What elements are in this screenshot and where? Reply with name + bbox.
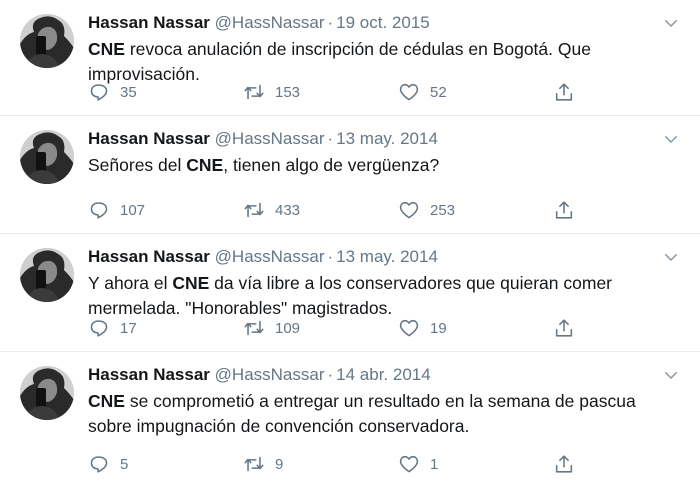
tweet-header: Hassan Nassar @HassNassar · 13 may. 2014 xyxy=(88,116,660,150)
like-count: 19 xyxy=(430,319,447,337)
tweet-actions: 107 433 253 xyxy=(88,199,588,221)
retweet-icon xyxy=(244,84,264,100)
share-icon xyxy=(555,319,573,337)
separator-dot: · xyxy=(327,13,334,32)
retweet-count: 153 xyxy=(275,83,301,101)
reply-button[interactable]: 35 xyxy=(88,81,243,103)
share-button[interactable] xyxy=(553,453,575,475)
tweet-text: Señores del CNE, tienen algo de vergüenz… xyxy=(88,153,660,178)
author-handle[interactable]: @HassNassar xyxy=(215,365,325,384)
reply-icon xyxy=(90,456,108,473)
tweet-date[interactable]: 13 may. 2014 xyxy=(336,129,438,148)
reply-icon xyxy=(90,202,108,219)
reply-button[interactable]: 107 xyxy=(88,199,243,221)
reply-count: 5 xyxy=(120,455,129,473)
like-count: 253 xyxy=(430,201,456,219)
retweet-button[interactable]: 433 xyxy=(243,199,398,221)
tweet-date[interactable]: 14 abr. 2014 xyxy=(336,365,431,384)
tweet-text-pre: Señores del xyxy=(88,155,187,175)
tweet[interactable]: Hassan Nassar @HassNassar · 14 abr. 2014 C… xyxy=(0,352,700,487)
tweet-actions: 35 153 52 xyxy=(88,81,588,103)
author-name[interactable]: Hassan Nassar xyxy=(88,13,210,32)
separator-dot: · xyxy=(327,247,334,266)
like-count: 1 xyxy=(430,455,439,473)
reply-count: 107 xyxy=(120,201,146,219)
share-icon xyxy=(555,83,573,101)
author-name[interactable]: Hassan Nassar xyxy=(88,129,210,148)
avatar[interactable] xyxy=(20,130,74,184)
avatar-image xyxy=(20,366,74,420)
share-icon xyxy=(555,201,573,219)
like-button[interactable]: 253 xyxy=(398,199,553,221)
like-icon xyxy=(399,319,419,337)
tweet-text-rest: , tienen algo de vergüenza? xyxy=(223,155,440,175)
tweet-header: Hassan Nassar @HassNassar · 19 oct. 2015 xyxy=(88,0,660,34)
like-icon xyxy=(399,455,419,473)
like-icon xyxy=(399,201,419,219)
tweet-header: Hassan Nassar @HassNassar · 14 abr. 2014 xyxy=(88,352,660,386)
tweet-text-rest: se comprometió a entregar un resultado e… xyxy=(88,391,636,436)
chevron-down-icon[interactable] xyxy=(662,14,680,32)
retweet-count: 433 xyxy=(275,201,301,219)
tweet[interactable]: Hassan Nassar @HassNassar · 13 may. 2014 S… xyxy=(0,116,700,234)
tweet-text: Y ahora el CNE da vía libre a los conser… xyxy=(88,271,660,321)
tweet-text-pre: Y ahora el xyxy=(88,273,173,293)
tweet[interactable]: Hassan Nassar @HassNassar · 19 oct. 2015 C… xyxy=(0,0,700,116)
tweet-text-keyword[interactable]: CNE xyxy=(88,39,125,59)
retweet-count: 9 xyxy=(275,455,284,473)
tweet[interactable]: Hassan Nassar @HassNassar · 13 may. 2014 Y… xyxy=(0,234,700,352)
author-name[interactable]: Hassan Nassar xyxy=(88,365,210,384)
share-button[interactable] xyxy=(553,81,575,103)
separator-dot: · xyxy=(327,129,334,148)
tweet-header: Hassan Nassar @HassNassar · 13 may. 2014 xyxy=(88,234,660,268)
like-button[interactable]: 52 xyxy=(398,81,553,103)
retweet-button[interactable]: 9 xyxy=(243,453,398,475)
retweet-icon xyxy=(244,456,264,472)
author-name[interactable]: Hassan Nassar xyxy=(88,247,210,266)
author-handle[interactable]: @HassNassar xyxy=(215,13,325,32)
tweet-text: CNE se comprometió a entregar un resulta… xyxy=(88,389,660,439)
avatar-image xyxy=(20,130,74,184)
tweet-actions: 17 109 19 xyxy=(88,317,588,339)
reply-count: 17 xyxy=(120,319,137,337)
share-icon xyxy=(555,455,573,473)
tweet-text: CNE revoca anulación de inscripción de c… xyxy=(88,37,660,87)
like-button[interactable]: 19 xyxy=(398,317,553,339)
tweet-timeline: Hassan Nassar @HassNassar · 19 oct. 2015 C… xyxy=(0,0,700,487)
reply-icon xyxy=(90,320,108,337)
reply-icon xyxy=(90,84,108,101)
tweet-text-keyword[interactable]: CNE xyxy=(88,391,125,411)
retweet-icon xyxy=(244,202,264,218)
tweet-text-keyword[interactable]: CNE xyxy=(172,273,209,293)
avatar[interactable] xyxy=(20,14,74,68)
tweet-date[interactable]: 19 oct. 2015 xyxy=(336,13,430,32)
avatar-image xyxy=(20,14,74,68)
reply-button[interactable]: 5 xyxy=(88,453,243,475)
retweet-icon xyxy=(244,320,264,336)
reply-count: 35 xyxy=(120,83,137,101)
avatar[interactable] xyxy=(20,248,74,302)
tweet-text-keyword[interactable]: CNE xyxy=(186,155,223,175)
avatar[interactable] xyxy=(20,366,74,420)
chevron-down-icon[interactable] xyxy=(662,248,680,266)
chevron-down-icon[interactable] xyxy=(662,366,680,384)
like-icon xyxy=(399,83,419,101)
chevron-down-icon[interactable] xyxy=(662,130,680,148)
separator-dot: · xyxy=(327,365,334,384)
retweet-count: 109 xyxy=(275,319,301,337)
reply-button[interactable]: 17 xyxy=(88,317,243,339)
tweet-actions: 5 9 1 xyxy=(88,453,588,475)
avatar-image xyxy=(20,248,74,302)
share-button[interactable] xyxy=(553,199,575,221)
retweet-button[interactable]: 109 xyxy=(243,317,398,339)
like-count: 52 xyxy=(430,83,447,101)
tweet-date[interactable]: 13 may. 2014 xyxy=(336,247,438,266)
like-button[interactable]: 1 xyxy=(398,453,553,475)
author-handle[interactable]: @HassNassar xyxy=(215,129,325,148)
tweet-text-rest: revoca anulación de inscripción de cédul… xyxy=(88,39,591,84)
author-handle[interactable]: @HassNassar xyxy=(215,247,325,266)
share-button[interactable] xyxy=(553,317,575,339)
retweet-button[interactable]: 153 xyxy=(243,81,398,103)
